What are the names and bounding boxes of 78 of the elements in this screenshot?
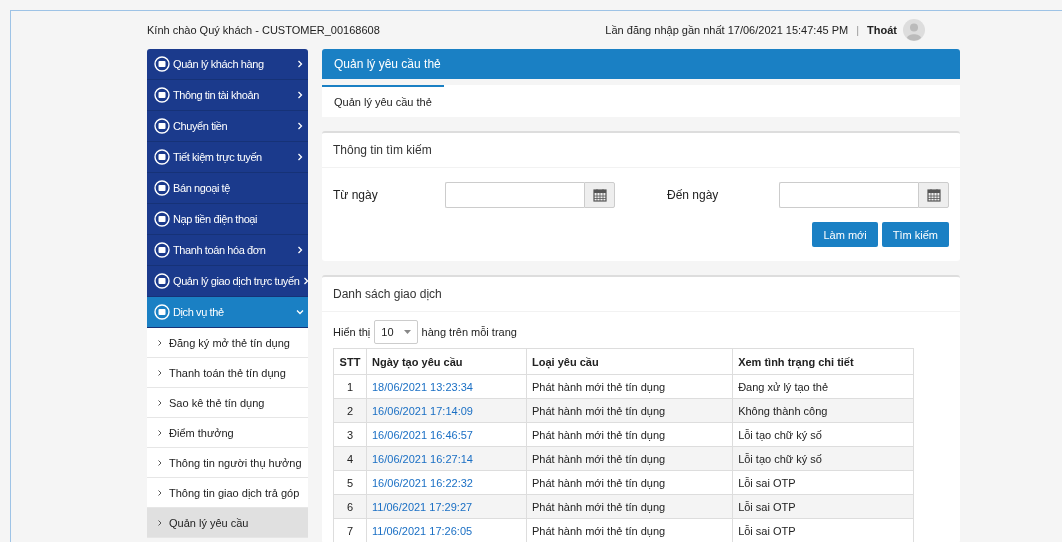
last-login-text: Lần đăng nhập gần nhất 17/06/2021 15:47:45 PM [605, 24, 849, 36]
sidebar-item[interactable]: Dịch vụ thẻ [147, 297, 308, 328]
calendar-icon [592, 188, 607, 202]
submenu-item[interactable]: Điểm thưởng [147, 418, 308, 448]
logout-link[interactable]: Thoát [867, 24, 897, 36]
tab[interactable]: Quản lý yêu cầu thẻ [322, 85, 444, 117]
submenu-item[interactable]: Thanh toán thẻ tín dụng [147, 358, 308, 388]
table-cell: Phát hành mới thẻ tín dụng [526, 374, 733, 399]
sidebar-item[interactable]: Chuyển tiền [147, 111, 308, 142]
chevron-right-icon [157, 368, 163, 377]
chevron-right-icon [157, 458, 163, 467]
chevron-right-icon [157, 518, 163, 527]
table-cell: Phát hành mới thẻ tín dụng [526, 422, 733, 447]
table-cell: Lỗi tạo chữ ký số [732, 422, 914, 447]
calendar-icon [926, 188, 941, 202]
field-label: Từ ngày [333, 188, 379, 202]
submenu-item[interactable]: Đăng ký mở thẻ tín dụng [147, 328, 308, 358]
page-size-select[interactable]: 10 [374, 320, 418, 344]
table-cell: Phát hành mới thẻ tín dụng [526, 446, 733, 471]
date-field[interactable] [445, 182, 584, 208]
table-cell: Lỗi sai OTP [732, 494, 914, 519]
chevron-right-icon [157, 428, 163, 437]
panel-title: Danh sách giao dịch [322, 277, 960, 312]
table-cell: 4 [333, 446, 367, 471]
submenu-item[interactable]: Thông tin người thụ hưởng [147, 448, 308, 478]
table-cell: Phát hành mới thẻ tín dụng [526, 494, 733, 519]
table-cell: 2 [333, 398, 367, 423]
sidebar-item[interactable]: Thông tin tài khoản [147, 80, 308, 111]
sidebar-item[interactable]: Nạp tiền điện thoại [147, 204, 308, 235]
chevron-right-icon [157, 338, 163, 347]
reset-button[interactable]: Làm mới [812, 222, 878, 247]
menu-icon [154, 149, 170, 165]
menu-icon [154, 118, 170, 134]
table-cell: 1 [333, 374, 367, 399]
greeting-text: Kính chào Quý khách - CUSTOMER_00168608 [147, 24, 380, 36]
sidebar-item[interactable]: Tiết kiệm trực tuyến [147, 142, 308, 173]
column-header: STT [333, 348, 367, 375]
per-page-label: hàng trên mỗi trang [421, 326, 517, 338]
field-label: Đến ngày [667, 188, 720, 202]
chevron-right-icon [157, 398, 163, 407]
column-header: Xem tình trạng chi tiết [732, 348, 914, 375]
menu-icon [154, 56, 170, 72]
calendar-button[interactable] [584, 182, 615, 208]
caret-icon [403, 330, 411, 334]
submenu-item[interactable]: Thông tin giao dịch trả góp [147, 478, 308, 508]
calendar-button[interactable] [918, 182, 949, 208]
table-cell: 5 [333, 470, 367, 495]
panel-title: Thông tin tìm kiếm [322, 133, 960, 168]
search-button[interactable]: Tìm kiếm [881, 222, 949, 247]
sidebar-item[interactable]: Thanh toán hóa đơn [147, 235, 308, 266]
page-title: Quản lý yêu cầu thẻ [322, 49, 960, 79]
table-cell: 6 [333, 494, 367, 519]
table-cell: Phát hành mới thẻ tín dụng [526, 470, 733, 495]
table-cell: Đang xử lý tạo thẻ [732, 374, 914, 399]
menu-icon [154, 242, 170, 258]
chevron-right-icon [157, 488, 163, 497]
menu-icon [154, 87, 170, 103]
table-cell: Không thành công [732, 398, 914, 423]
menu-icon [154, 304, 170, 320]
menu-icon [154, 180, 170, 196]
sidebar-item[interactable]: Bán ngoại tệ [147, 173, 308, 204]
table-cell: Phát hành mới thẻ tín dụng [526, 398, 733, 423]
sidebar-item[interactable]: Quản lý giao dịch trực tuyến [147, 266, 308, 297]
column-header: Ngày tạo yêu cầu [366, 348, 527, 375]
table-cell: Lỗi sai OTP [732, 470, 914, 495]
separator: | [856, 24, 860, 36]
avatar-icon[interactable] [903, 19, 925, 41]
table-cell: 3 [333, 422, 367, 447]
menu-icon [154, 273, 170, 289]
show-label: Hiển thị [333, 326, 371, 338]
table-cell: Lỗi tạo chữ ký số [732, 446, 914, 471]
submenu-item[interactable]: Quản lý yêu cầu [147, 508, 308, 538]
table-cell: 7 [333, 518, 367, 542]
date-field[interactable] [779, 182, 918, 208]
submenu-item[interactable]: Sao kê thẻ tín dụng [147, 388, 308, 418]
menu-icon [154, 211, 170, 227]
column-header: Loại yêu cầu [526, 348, 733, 375]
sidebar-item[interactable]: Quản lý khách hàng [147, 49, 308, 80]
